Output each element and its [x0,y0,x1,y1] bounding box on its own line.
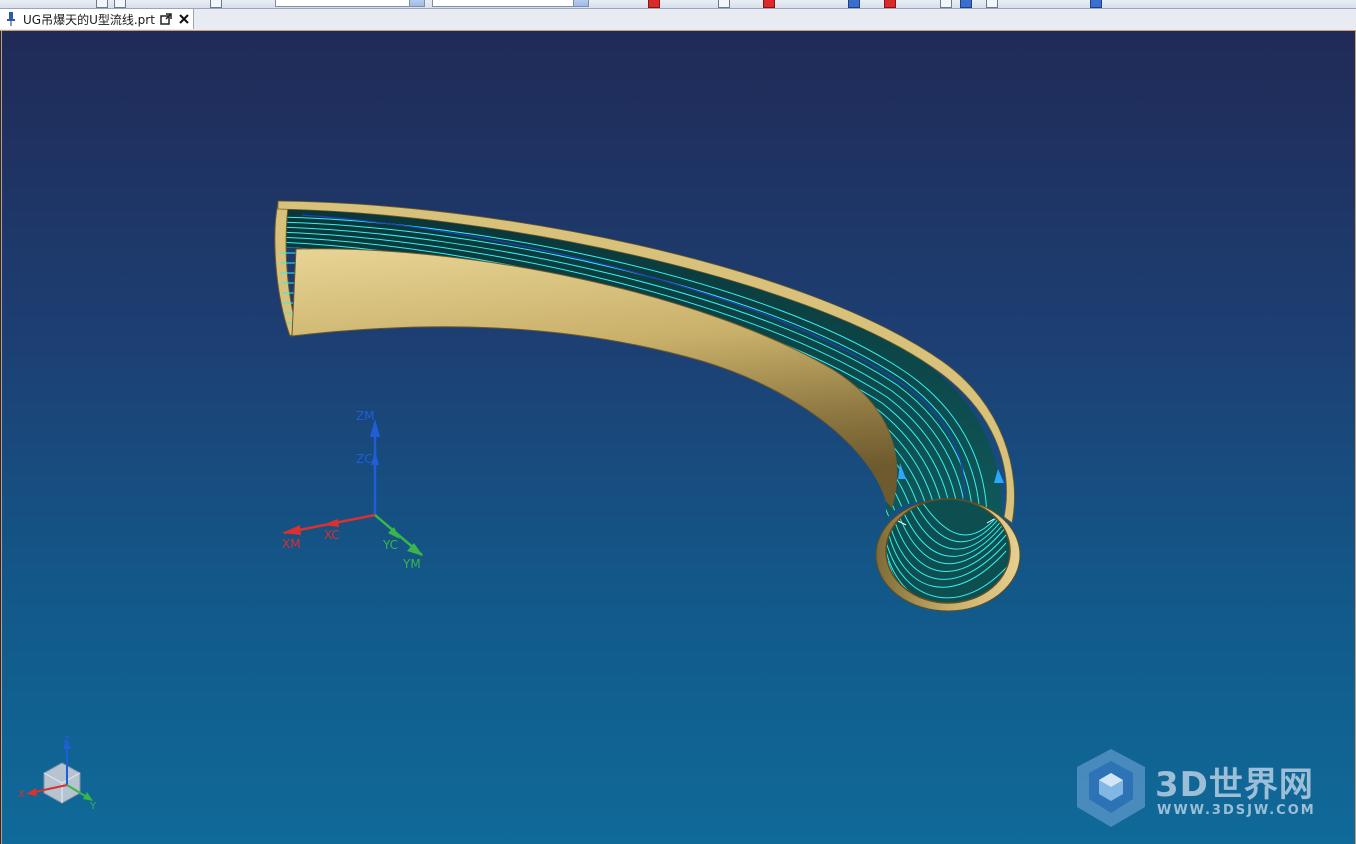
toolbar-icon[interactable] [848,0,860,8]
watermark-logo-icon [1077,749,1145,827]
document-tab[interactable]: UG吊爆天的U型流线.prt [0,9,194,29]
toolbar-icon[interactable] [648,0,660,8]
toolbar-icon[interactable] [763,0,775,8]
pin-icon[interactable] [5,12,17,26]
view-y-label: Y [89,801,97,812]
watermark-text: 3D世界网 [1155,765,1314,805]
toolbar-icon[interactable] [114,0,126,8]
toolbar-icon[interactable] [96,0,108,8]
toolbar-icon[interactable] [940,0,952,8]
xm-label: XM [282,537,301,551]
toolbar-icon[interactable] [986,0,998,8]
toolbar-combo-1[interactable] [275,0,425,7]
view-z-label: Z [63,735,70,746]
chevron-down-icon[interactable] [573,0,588,6]
toolbar-icon[interactable] [718,0,730,8]
popout-icon[interactable] [159,12,173,26]
nx-window: UG吊爆天的U型流线.prt ZM ZC XM XC YC YM Z X Y 3… [0,0,1356,844]
wcs-triad: ZM ZC XM XC YC YM [282,409,423,571]
model-scene: ZM ZC XM XC YC YM Z X Y [18,200,1021,812]
watermark-url: WWW.3DSJW.COM [1157,803,1316,818]
view-x-label: X [18,789,25,800]
view-triad[interactable]: Z X Y [18,735,97,812]
toolbar-icon[interactable] [210,0,222,8]
toolbar-icon[interactable] [884,0,896,8]
toolbar-icon[interactable] [960,0,972,8]
document-tab-bar: UG吊爆天的U型流线.prt [0,9,1356,31]
top-toolbar [0,0,1356,9]
pipe-outer-surface [291,248,898,508]
yc-label: YC [382,538,398,552]
toolbar-icon[interactable] [1090,0,1102,8]
close-icon[interactable] [177,12,191,26]
chevron-down-icon[interactable] [409,0,424,6]
zm-label: ZM [356,409,375,423]
graphics-window[interactable]: ZM ZC XM XC YC YM Z X Y 3D世界网 WWW.3DSJW.… [1,31,1356,844]
toolbar-combo-2[interactable] [432,0,589,7]
watermark: 3D世界网 WWW.3DSJW.COM [1073,747,1343,833]
ym-label: YM [402,557,421,571]
xc-label: XC [324,528,340,542]
document-tab-title: UG吊爆天的U型流线.prt [23,12,155,27]
zc-label: ZC [356,452,373,466]
